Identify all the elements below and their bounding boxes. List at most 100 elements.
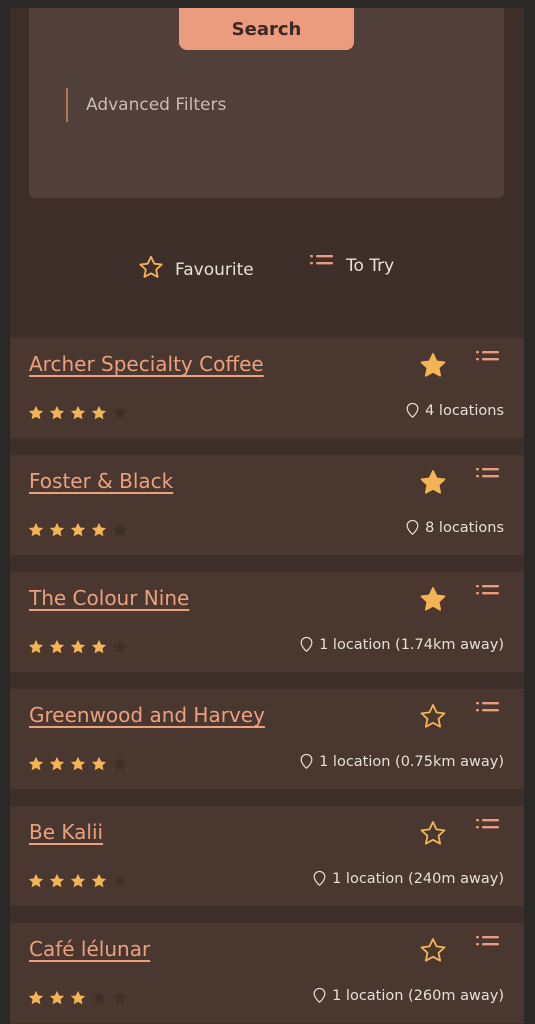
rating-star-icon — [49, 756, 65, 771]
location-text: 1 location (0.75km away) — [319, 753, 504, 770]
cafe-name-link[interactable]: The Colour Nine — [29, 586, 189, 610]
rating-star-icon — [112, 522, 128, 537]
top-bar — [0, 0, 535, 8]
favourite-toggle[interactable] — [416, 818, 450, 848]
to-try-filter-label: To Try — [346, 255, 395, 276]
add-to-try-button[interactable] — [476, 935, 504, 959]
rating-star-icon — [112, 756, 128, 771]
favourite-toggle[interactable] — [416, 584, 450, 614]
star-rating — [27, 755, 129, 773]
map-pin-icon — [313, 870, 326, 887]
location-info[interactable]: 8 locations — [404, 519, 504, 536]
list-icon — [476, 936, 499, 946]
map-pin-icon — [406, 402, 419, 419]
star-filled-icon — [420, 586, 446, 611]
star-outline-icon — [137, 254, 165, 286]
rating-star-icon — [70, 639, 86, 654]
cafe-card: Café lélunar 1 location (260m away) — [10, 923, 524, 1023]
rating-star-icon — [28, 639, 44, 654]
map-pin-icon — [313, 987, 326, 1004]
cafe-name-link[interactable]: Archer Specialty Coffee — [29, 352, 264, 376]
to-try-filter[interactable]: To Try — [310, 254, 394, 277]
rating-star-icon — [28, 873, 44, 888]
search-panel: Search Advanced Filters — [29, 0, 504, 198]
add-to-try-button[interactable] — [476, 467, 504, 491]
rating-star-icon — [91, 639, 107, 654]
list-icon — [476, 702, 499, 712]
map-pin-icon — [406, 519, 419, 536]
rating-star-icon — [70, 990, 86, 1005]
star-outline-icon — [420, 820, 446, 845]
rating-star-icon — [49, 405, 65, 420]
rating-star-icon — [49, 873, 65, 888]
rating-star-icon — [28, 522, 44, 537]
map-pin-icon — [300, 636, 313, 653]
star-rating — [27, 989, 129, 1007]
list-icon — [476, 819, 499, 829]
location-info[interactable]: 1 location (1.74km away) — [298, 636, 504, 653]
star-rating — [27, 872, 129, 890]
star-filled-icon — [420, 469, 446, 494]
cafe-name-link[interactable]: Foster & Black — [29, 469, 173, 493]
cafe-card: Be Kalii 1 location (240m away) — [10, 806, 524, 906]
rating-star-icon — [70, 522, 86, 537]
rating-star-icon — [70, 873, 86, 888]
list-icon — [476, 468, 499, 478]
location-text: 1 location (260m away) — [332, 987, 504, 1004]
rating-star-icon — [112, 405, 128, 420]
star-outline-icon — [420, 937, 446, 962]
list-icon — [476, 585, 499, 595]
cafe-card: Greenwood and Harvey 1 location (0.75km … — [10, 689, 524, 789]
cafe-name-link[interactable]: Greenwood and Harvey — [29, 703, 265, 727]
favourite-toggle[interactable] — [416, 350, 450, 380]
location-info[interactable]: 4 locations — [404, 402, 504, 419]
app-frame: Search Advanced Filters Favourite To Try… — [10, 0, 524, 1024]
cafe-card: Foster & Black 8 locations — [10, 455, 524, 555]
favourite-toggle[interactable] — [416, 701, 450, 731]
list-icon — [310, 254, 334, 277]
rating-star-icon — [28, 405, 44, 420]
rating-star-icon — [91, 405, 107, 420]
star-outline-icon — [420, 703, 446, 728]
cafe-name-link[interactable]: Café lélunar — [29, 937, 150, 961]
add-to-try-button[interactable] — [476, 818, 504, 842]
map-pin-icon — [300, 753, 313, 770]
rating-star-icon — [112, 639, 128, 654]
favourite-filter[interactable]: Favourite — [137, 254, 254, 286]
rating-star-icon — [91, 756, 107, 771]
cafe-name-link[interactable]: Be Kalii — [29, 820, 103, 844]
rating-star-icon — [112, 990, 128, 1005]
advanced-filters-toggle[interactable]: Advanced Filters — [66, 88, 226, 122]
add-to-try-button[interactable] — [476, 701, 504, 725]
star-rating — [27, 404, 129, 422]
location-text: 1 location (1.74km away) — [319, 636, 504, 653]
star-filled-icon — [420, 352, 446, 377]
location-info[interactable]: 1 location (260m away) — [311, 987, 504, 1004]
rating-star-icon — [70, 405, 86, 420]
favourite-toggle[interactable] — [416, 935, 450, 965]
rating-star-icon — [28, 990, 44, 1005]
advanced-filters-label: Advanced Filters — [86, 95, 227, 115]
star-rating — [27, 638, 129, 656]
rating-star-icon — [70, 756, 86, 771]
favourite-filter-label: Favourite — [175, 260, 254, 280]
add-to-try-button[interactable] — [476, 584, 504, 608]
list-icon — [476, 351, 499, 361]
location-info[interactable]: 1 location (0.75km away) — [298, 753, 504, 770]
rating-star-icon — [91, 522, 107, 537]
location-text: 1 location (240m away) — [332, 870, 504, 887]
rating-star-icon — [49, 990, 65, 1005]
cafe-card: The Colour Nine 1 location (1.74km away) — [10, 572, 524, 672]
add-to-try-button[interactable] — [476, 350, 504, 374]
favourite-toggle[interactable] — [416, 467, 450, 497]
rating-star-icon — [49, 522, 65, 537]
filter-toggles: Favourite To Try — [10, 254, 524, 284]
rating-star-icon — [91, 990, 107, 1005]
star-rating — [27, 521, 129, 539]
location-text: 8 locations — [425, 519, 504, 536]
location-info[interactable]: 1 location (240m away) — [311, 870, 504, 887]
rating-star-icon — [91, 873, 107, 888]
rating-star-icon — [49, 639, 65, 654]
rating-star-icon — [112, 873, 128, 888]
cafe-card: Archer Specialty Coffee 4 locations — [10, 338, 524, 438]
